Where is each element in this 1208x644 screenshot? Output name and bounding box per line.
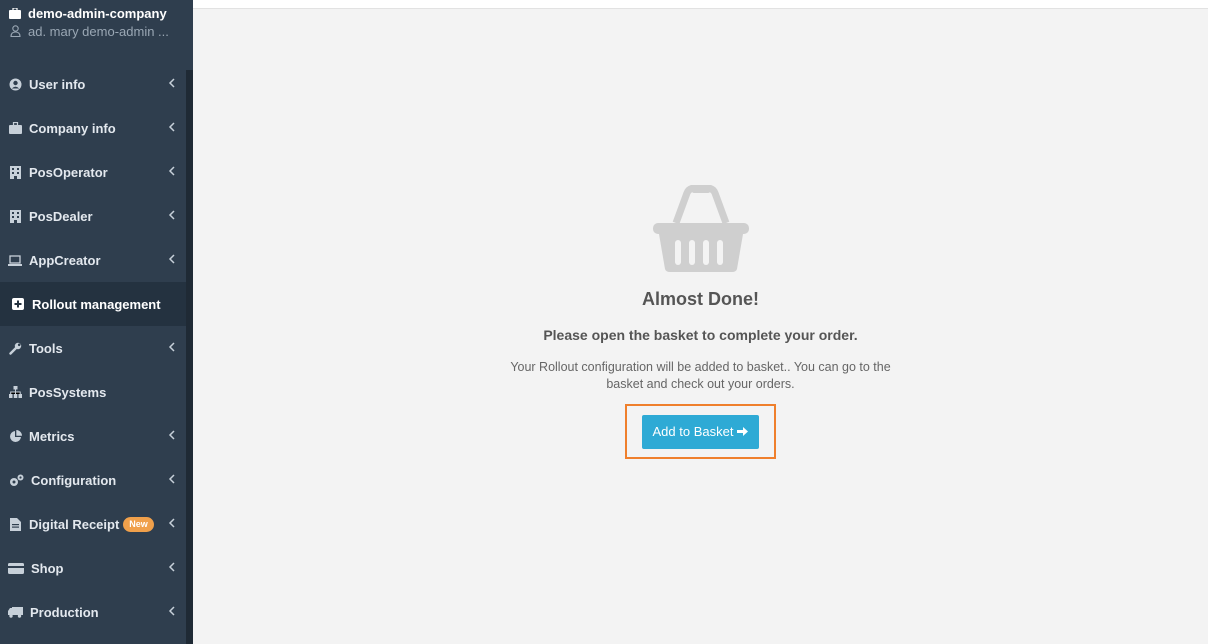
top-bar [193,0,1208,9]
laptop-icon [8,253,22,267]
building-icon [8,165,22,179]
chevron-left-icon [168,166,175,176]
sidebar-item-appcreator[interactable]: AppCreator [0,238,186,282]
sidebar-item-company-info[interactable]: Company info [0,106,186,150]
sidebar-item-production[interactable]: Production [0,590,186,634]
chevron-left-icon [168,474,175,484]
add-to-basket-button[interactable]: Add to Basket [642,414,759,449]
briefcase-icon [8,7,22,21]
sidebar-item-possystems[interactable]: PosSystems [0,370,186,414]
sidebar-item-label: PosDealer [29,208,93,224]
user-row[interactable]: ad. mary demo-admin ... [8,22,185,39]
truck-icon [8,605,23,619]
arrow-right-icon [737,426,749,437]
briefcase-icon [8,121,22,135]
company-row[interactable]: demo-admin-company [8,5,185,22]
sidebar-item-shop[interactable]: Shop [0,546,186,590]
sidebar-item-label: Production [30,604,99,620]
sidebar-item-label: Tools [29,340,63,356]
chevron-left-icon [168,78,175,88]
building-icon [8,209,22,223]
sidebar-item-label: AppCreator [29,252,101,268]
shopping-basket-icon [652,185,749,272]
sidebar-item-label: Company info [29,120,116,136]
main-content: Almost Done! Please open the basket to c… [193,0,1208,644]
button-label: Add to Basket [652,424,734,439]
sidebar-item-metrics[interactable]: Metrics [0,414,186,458]
sidebar-item-label: Shop [31,560,64,576]
pie-chart-icon [8,429,22,443]
chevron-left-icon [168,518,175,528]
new-badge: New [123,516,154,532]
description-text: Your Rollout configuration will be added… [510,360,891,391]
sidebar-item-rollout-management[interactable]: Rollout management [0,282,186,326]
sidebar-item-label: PosSystems [29,384,107,400]
completion-panel: Almost Done! Please open the basket to c… [193,185,1208,459]
sidebar-item-label: Rollout management [32,296,161,312]
sidebar-menu: User info Company info PosOperator PosDe… [0,62,186,634]
sitemap-icon [8,385,22,399]
sidebar-item-tools[interactable]: Tools [0,326,186,370]
sidebar-item-posdealer[interactable]: PosDealer [0,194,186,238]
chevron-left-icon [168,122,175,132]
credit-card-icon [8,561,24,575]
sidebar-item-posoperator[interactable]: PosOperator [0,150,186,194]
chevron-left-icon [168,254,175,264]
chevron-left-icon [168,430,175,440]
sidebar-header: demo-admin-company ad. mary demo-admin .… [0,0,193,70]
plus-square-icon [11,297,25,311]
sidebar-item-label: Metrics [29,428,75,444]
page-title: Almost Done! [642,289,759,309]
sidebar-item-label: User info [29,76,86,92]
highlight-box: Add to Basket [625,404,776,459]
sidebar-scrollbar[interactable] [186,70,193,644]
chevron-left-icon [168,562,175,572]
sidebar-item-label: Configuration [31,472,117,488]
user-circle-icon [8,77,22,91]
file-icon [8,517,22,531]
page-subtitle: Please open the basket to complete your … [543,327,858,343]
sidebar-item-user-info[interactable]: User info [0,62,186,106]
sidebar-item-configuration[interactable]: Configuration [0,458,186,502]
company-name: demo-admin-company [28,6,167,21]
cogs-icon [8,473,24,487]
wrench-icon [8,341,22,355]
sidebar: demo-admin-company ad. mary demo-admin .… [0,0,193,644]
chevron-left-icon [168,342,175,352]
sidebar-item-label: Digital Receipt [29,516,120,532]
sidebar-item-digital-receipt[interactable]: Digital Receipt New [0,502,186,546]
user-name: ad. mary demo-admin ... [28,23,169,39]
user-icon [8,24,22,38]
chevron-left-icon [168,210,175,220]
sidebar-item-label: PosOperator [29,164,108,180]
chevron-left-icon [168,606,175,616]
